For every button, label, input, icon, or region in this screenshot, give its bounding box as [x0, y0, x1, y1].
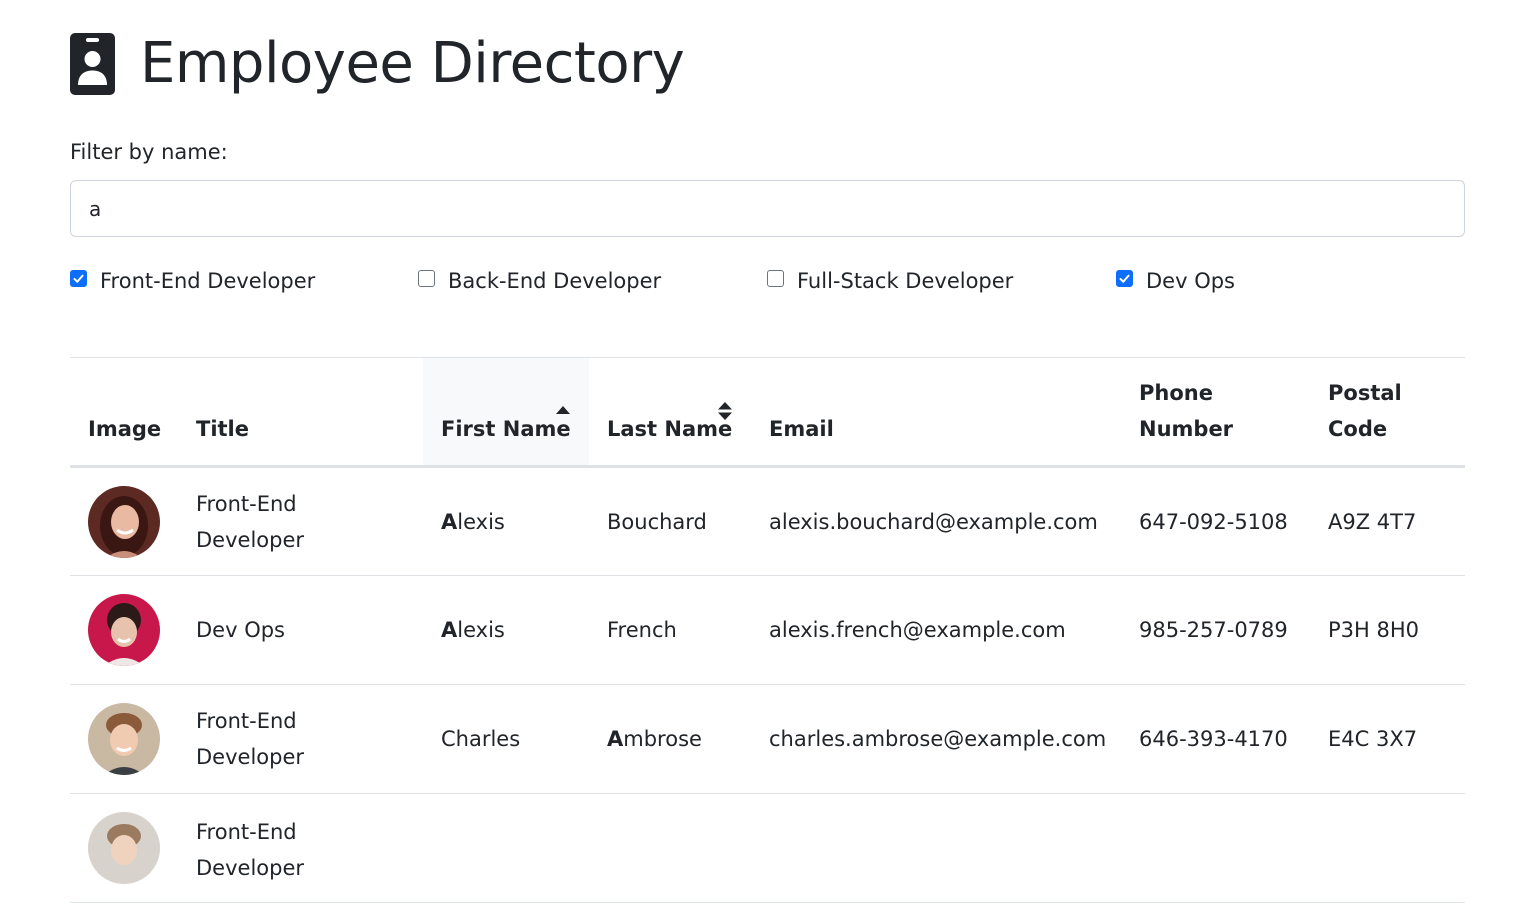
column-header-image: Image [70, 357, 178, 468]
checkbox[interactable] [418, 269, 435, 287]
column-header-postal: Postal Code [1310, 357, 1465, 468]
column-header-email: Email [751, 357, 1121, 468]
id-badge-icon [70, 33, 115, 95]
checkbox-label: Back-End Developer [448, 269, 662, 293]
column-header-first-name[interactable]: First Name [423, 357, 589, 468]
role-filter-front-end[interactable]: Front-End Developer [70, 264, 315, 298]
cell-phone: 646-393-4170 [1139, 727, 1288, 751]
role-filter-dev-ops[interactable]: Dev Ops [1116, 264, 1235, 298]
cell-last-name: Bouchard [607, 509, 707, 534]
column-header-label: First Name [441, 417, 571, 441]
column-header-phone: Phone Number [1121, 357, 1310, 468]
cell-email: alexis.french@example.com [769, 618, 1066, 642]
cell-title: Dev Ops [196, 618, 285, 642]
cell-email [751, 794, 1121, 903]
cell-first-name: Alexis [441, 509, 505, 534]
table-row: Front-End Developer [70, 794, 1465, 903]
cell-email: alexis.bouchard@example.com [769, 509, 1098, 534]
column-header-label: Last Name [607, 417, 733, 441]
employee-table: Image Title First Name Last Name Email P… [70, 357, 1465, 903]
avatar [88, 485, 160, 558]
role-filters: Front-End Developer Back-End Developer F… [70, 264, 1465, 298]
checkbox[interactable] [767, 269, 784, 287]
sort-both-icon [718, 402, 732, 420]
cell-phone: 647-092-5108 [1139, 509, 1288, 534]
page-header: Employee Directory [70, 28, 685, 100]
table-row: Dev Ops Alexis French alexis.french@exam… [70, 576, 1465, 685]
cell-last-name [589, 794, 751, 903]
cell-first-name [423, 794, 589, 903]
checkbox[interactable] [70, 269, 87, 287]
avatar [88, 703, 160, 775]
cell-last-name: Ambrose [607, 727, 702, 751]
checkbox-label: Dev Ops [1146, 269, 1235, 293]
column-header-title: Title [178, 357, 423, 468]
cell-first-name: Alexis [441, 618, 505, 642]
filter-label: Filter by name: [70, 140, 228, 164]
table-row: Front-End Developer Charles Ambrose char… [70, 685, 1465, 794]
cell-phone: 985-257-0789 [1139, 618, 1288, 642]
cell-email: charles.ambrose@example.com [769, 727, 1107, 751]
cell-last-name: French [607, 618, 677, 642]
cell-postal: A9Z 4T7 [1328, 509, 1417, 534]
checkbox[interactable] [1116, 269, 1133, 287]
sort-ascending-icon [556, 406, 570, 414]
cell-postal: P3H 8H0 [1328, 618, 1420, 642]
checkbox-label: Full-Stack Developer [797, 269, 1014, 293]
role-filter-back-end[interactable]: Back-End Developer [418, 264, 661, 298]
column-header-last-name[interactable]: Last Name [589, 357, 751, 468]
cell-first-name: Charles [441, 727, 521, 751]
cell-phone [1121, 794, 1310, 903]
cell-postal [1310, 794, 1465, 903]
cell-title: Front-End Developer [196, 709, 305, 769]
table-header-row: Image Title First Name Last Name Email P… [70, 357, 1465, 468]
cell-title: Front-End Developer [196, 820, 305, 880]
avatar [88, 594, 160, 666]
table-row: Front-End Developer Alexis Bouchard alex… [70, 467, 1465, 576]
cell-postal: E4C 3X7 [1328, 727, 1418, 751]
checkbox-label: Front-End Developer [100, 269, 316, 293]
page-title: Employee Directory [140, 31, 685, 96]
cell-title: Front-End Developer [196, 491, 305, 552]
filter-input[interactable] [70, 180, 1465, 237]
avatar [88, 812, 160, 884]
role-filter-full-stack[interactable]: Full-Stack Developer [767, 264, 1013, 298]
